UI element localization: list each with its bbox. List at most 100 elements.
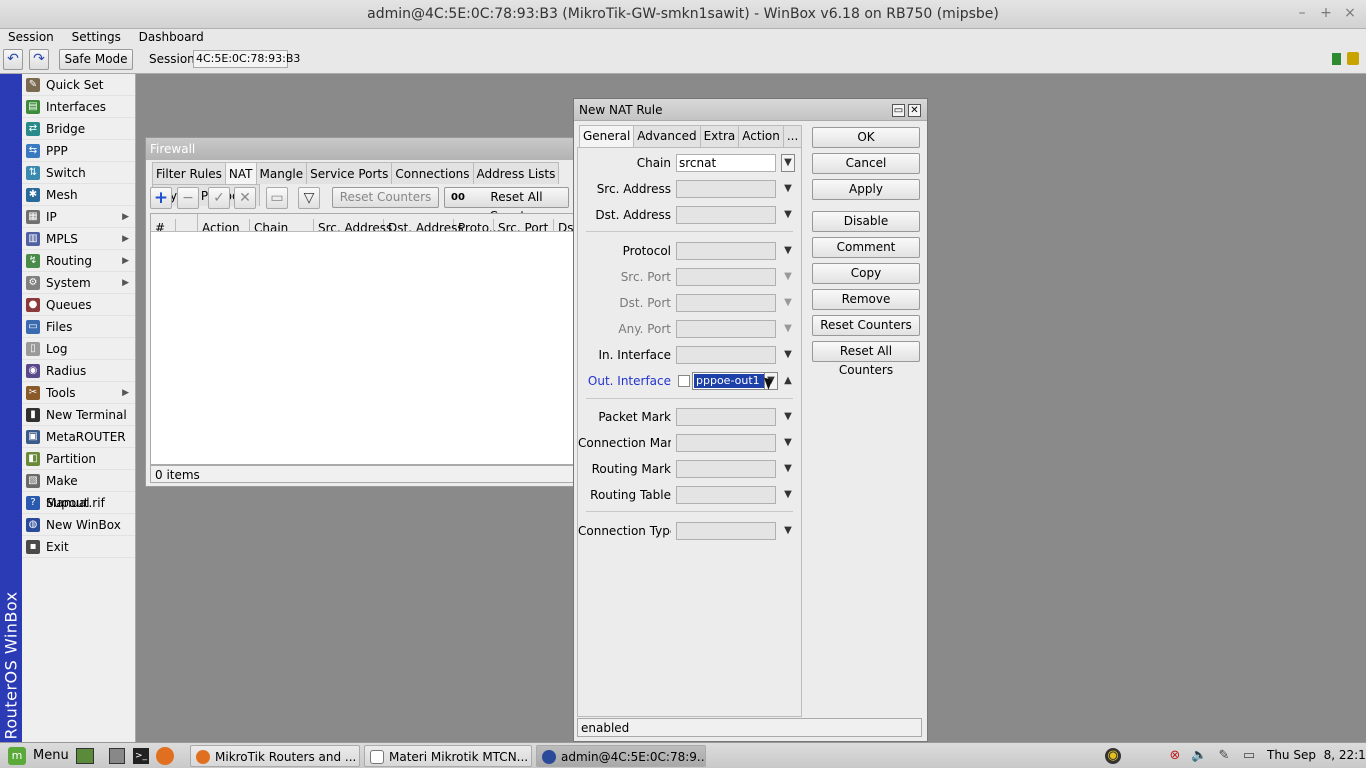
col-src-port[interactable]: Src. Port — [494, 219, 554, 231]
sidebar-item-quick-set[interactable]: ✎ Quick Set — [22, 74, 135, 96]
start-menu-button[interactable]: Menu — [33, 748, 69, 763]
show-desktop-icon[interactable] — [76, 748, 94, 764]
menu-dashboard[interactable]: Dashboard — [125, 29, 204, 44]
packet-mark-dropdown-icon[interactable]: ▼ — [781, 408, 795, 426]
network-disconnected-icon[interactable]: ⊗ — [1167, 748, 1183, 764]
dst-address-field[interactable] — [676, 206, 776, 224]
tab-action[interactable]: Action — [738, 125, 784, 147]
disable-button[interactable]: Disable — [812, 211, 920, 232]
sidebar-item-switch[interactable]: ⇅ Switch — [22, 162, 135, 184]
comment-button[interactable]: Comment — [812, 237, 920, 258]
connection-mark-field[interactable] — [676, 434, 776, 452]
routing-mark-field[interactable] — [676, 460, 776, 478]
reset-counters-button[interactable]: Reset Counters — [812, 315, 920, 336]
close-icon[interactable]: ✕ — [908, 104, 921, 117]
menu-settings[interactable]: Settings — [58, 29, 121, 44]
remove-icon[interactable]: − — [177, 187, 199, 209]
tray-app-icon[interactable]: ◉ — [1105, 748, 1121, 764]
routing-mark-dropdown-icon[interactable]: ▼ — [781, 460, 795, 478]
sidebar-item-tools[interactable]: ✂ Tools ▶ — [22, 382, 135, 404]
tab-more[interactable]: ... — [782, 125, 803, 147]
tab-mangle[interactable]: Mangle — [255, 162, 308, 184]
sidebar-item-radius[interactable]: ◉ Radius — [22, 360, 135, 382]
minimize-button[interactable]: – — [1293, 5, 1311, 23]
out-interface-invert-checkbox[interactable] — [678, 375, 690, 387]
sidebar-item-ip[interactable]: ▦ IP ▶ — [22, 206, 135, 228]
task-document[interactable]: Materi Mikrotik MTCN... — [364, 745, 532, 767]
sidebar-item-bridge[interactable]: ⇄ Bridge — [22, 118, 135, 140]
undo-button[interactable]: ↶ — [3, 49, 23, 70]
sidebar-item-interfaces[interactable]: ▤ Interfaces — [22, 96, 135, 118]
add-icon[interactable]: + — [150, 187, 172, 209]
chain-select[interactable]: srcnat — [676, 154, 776, 172]
tab-service-ports[interactable]: Service Ports — [306, 162, 393, 184]
chain-dropdown-icon[interactable]: ▼ — [781, 154, 795, 172]
ok-button[interactable]: OK — [812, 127, 920, 148]
reset-all-counters-button[interactable]: 00 Reset All Counters — [444, 187, 569, 223]
out-interface-select[interactable]: pppoe-out1 — [692, 372, 766, 390]
col-src-address[interactable]: Src. Address — [314, 219, 392, 231]
disable-x-icon[interactable]: ✕ — [234, 187, 256, 209]
file-manager-icon[interactable] — [109, 748, 125, 764]
sidebar-item-manual[interactable]: ? Manual — [22, 492, 135, 514]
terminal-icon[interactable]: >_ — [133, 748, 149, 764]
col-action[interactable]: Action — [198, 219, 250, 231]
out-interface-remove-arrow-icon[interactable]: ▲ — [781, 372, 795, 390]
pen-icon[interactable]: ✎ — [1216, 748, 1232, 764]
in-interface-dropdown-icon[interactable]: ▼ — [781, 346, 795, 364]
remove-button[interactable]: Remove — [812, 289, 920, 310]
routing-table-dropdown-icon[interactable]: ▼ — [781, 486, 795, 504]
src-address-dropdown-icon[interactable]: ▼ — [781, 180, 795, 198]
tab-connections[interactable]: Connections — [391, 162, 474, 184]
sidebar-item-queues[interactable]: ● Queues — [22, 294, 135, 316]
sidebar-item-metarouter[interactable]: ▣ MetaROUTER — [22, 426, 135, 448]
menu-session[interactable]: Session — [0, 29, 54, 44]
connection-mark-dropdown-icon[interactable]: ▼ — [781, 434, 795, 452]
maximize-button[interactable]: + — [1317, 5, 1335, 23]
col-chain[interactable]: Chain — [250, 219, 314, 231]
sidebar-item-new-terminal[interactable]: ▮ New Terminal — [22, 404, 135, 426]
comment-icon[interactable]: ▭ — [266, 187, 288, 209]
dst-address-dropdown-icon[interactable]: ▼ — [781, 206, 795, 224]
maximize-icon[interactable]: ▭ — [892, 104, 905, 117]
cancel-button[interactable]: Cancel — [812, 153, 920, 174]
reset-counters-button[interactable]: Reset Counters — [332, 187, 439, 208]
sidebar-item-mesh[interactable]: ✱ Mesh — [22, 184, 135, 206]
safe-mode-button[interactable]: Safe Mode — [59, 49, 133, 70]
sidebar-item-routing[interactable]: ↯ Routing ▶ — [22, 250, 135, 272]
protocol-dropdown-icon[interactable]: ▼ — [781, 242, 795, 260]
connection-type-field[interactable] — [676, 522, 776, 540]
tab-extra[interactable]: Extra — [699, 125, 740, 147]
tab-advanced[interactable]: Advanced — [633, 125, 701, 147]
redo-button[interactable]: ↷ — [29, 49, 49, 70]
connection-type-dropdown-icon[interactable]: ▼ — [781, 522, 795, 540]
tab-nat[interactable]: NAT — [224, 162, 257, 184]
routing-table-field[interactable] — [676, 486, 776, 504]
task-firefox[interactable]: MikroTik Routers and ... — [190, 745, 360, 767]
enable-check-icon[interactable]: ✓ — [208, 187, 230, 209]
protocol-field[interactable] — [676, 242, 776, 260]
sidebar-item-exit[interactable]: ▪ Exit — [22, 536, 135, 558]
sidebar-item-system[interactable]: ⚙ System ▶ — [22, 272, 135, 294]
session-field[interactable]: 4C:5E:0C:78:93:B3 — [193, 50, 300, 68]
sidebar-item-files[interactable]: ▭ Files — [22, 316, 135, 338]
col-dst-address[interactable]: Dst. Address — [384, 219, 464, 231]
sidebar-item-ppp[interactable]: ⇆ PPP — [22, 140, 135, 162]
sidebar-item-new-winbox[interactable]: ◍ New WinBox — [22, 514, 135, 536]
col-number[interactable]: # — [151, 219, 176, 231]
battery-icon[interactable]: ▭ — [1241, 748, 1257, 764]
col-flags[interactable] — [176, 214, 198, 231]
volume-icon[interactable]: 🔈 — [1191, 748, 1207, 764]
close-button[interactable]: × — [1341, 5, 1359, 23]
tab-address-lists[interactable]: Address Lists — [472, 162, 560, 184]
apply-button[interactable]: Apply — [812, 179, 920, 200]
mint-logo-icon[interactable]: m — [8, 747, 26, 765]
packet-mark-field[interactable] — [676, 408, 776, 426]
tab-general[interactable]: General — [579, 125, 635, 148]
filter-icon[interactable]: ▽ — [298, 187, 320, 209]
sidebar-item-make-supout-rif[interactable]: ▧ Make Supout.rif — [22, 470, 135, 510]
sidebar-item-partition[interactable]: ◧ Partition — [22, 448, 135, 470]
col-protocol[interactable]: Proto... — [454, 219, 500, 231]
sidebar-item-log[interactable]: ▯ Log — [22, 338, 135, 360]
firefox-icon[interactable] — [156, 747, 174, 765]
